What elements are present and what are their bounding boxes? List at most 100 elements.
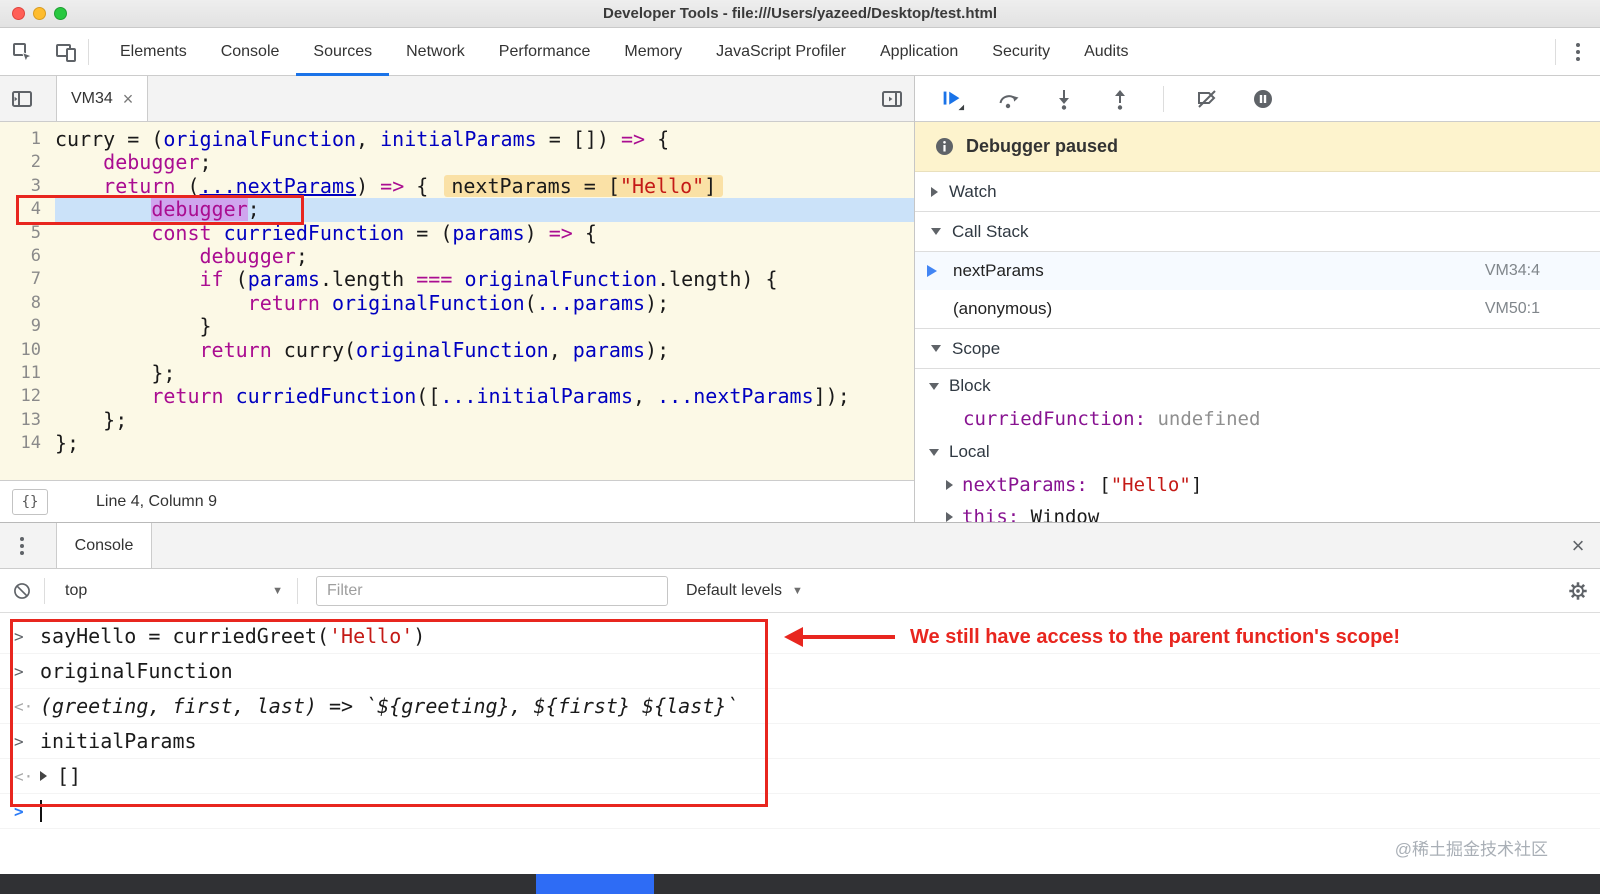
tab-application[interactable]: Application <box>863 28 975 76</box>
line-number[interactable]: 13 <box>0 409 55 432</box>
call-stack-section-header[interactable]: Call Stack <box>915 212 1600 252</box>
code-editor[interactable]: 1curry = (originalFunction, initialParam… <box>0 122 914 480</box>
close-drawer-button[interactable]: × <box>1556 522 1600 570</box>
scope-variable-curriedFunction[interactable]: curriedFunction: undefined <box>915 403 1600 435</box>
line-number[interactable]: 1 <box>0 128 55 151</box>
console-log[interactable]: >sayHello = curriedGreet('Hello')>origin… <box>0 613 1600 874</box>
variable-value: ["Hello"] <box>1099 474 1202 496</box>
frame-location[interactable]: VM34:4 <box>1485 262 1540 280</box>
code-line-content[interactable]: }; <box>55 432 914 455</box>
scope-variable-this[interactable]: this: Window <box>915 501 1600 522</box>
zoom-window-button[interactable] <box>54 7 67 20</box>
variable-name: curriedFunction: <box>963 408 1157 430</box>
code-line-content[interactable]: return curriedFunction([...initialParams… <box>55 385 914 408</box>
code-token: return <box>151 384 223 408</box>
scope-group-local[interactable]: Local <box>915 435 1600 469</box>
code-token: ; <box>200 150 212 174</box>
device-toolbar-button[interactable] <box>44 28 88 76</box>
tab-security[interactable]: Security <box>975 28 1067 76</box>
watch-section-header[interactable]: Watch <box>915 172 1600 212</box>
call-stack-frame[interactable]: nextParamsVM34:4 <box>915 252 1600 290</box>
code-line-content[interactable]: if (params.length === originalFunction.l… <box>55 268 914 291</box>
tab-memory[interactable]: Memory <box>607 28 699 76</box>
code-line-3: 3 return (...nextParams) => {nextParams … <box>0 175 914 198</box>
code-line-content[interactable]: } <box>55 315 914 338</box>
expand-triangle-icon[interactable] <box>40 771 47 781</box>
code-token: curriedFunction <box>236 384 417 408</box>
step-over-button[interactable] <box>995 86 1021 112</box>
console-levels-dropdown[interactable]: Default levels ▼ <box>686 582 803 600</box>
debugger-toolbar-divider <box>1163 86 1164 112</box>
console-settings-button[interactable] <box>1556 567 1600 615</box>
inspect-element-button[interactable] <box>0 28 44 76</box>
scope-group-block[interactable]: Block <box>915 369 1600 403</box>
code-line-content[interactable]: return (...nextParams) => {nextParams = … <box>55 175 914 198</box>
line-number[interactable]: 3 <box>0 175 55 198</box>
call-stack-frame[interactable]: (anonymous)VM50:1 <box>915 290 1600 328</box>
line-number[interactable]: 5 <box>0 222 55 245</box>
tab-sources[interactable]: Sources <box>296 28 389 76</box>
code-line-content[interactable]: return curry(originalFunction, params); <box>55 339 914 362</box>
step-into-button[interactable] <box>1051 86 1077 112</box>
tab-console[interactable]: Console <box>204 28 297 76</box>
deactivate-breakpoints-button[interactable] <box>1194 86 1220 112</box>
code-line-content[interactable]: debugger; <box>55 245 914 268</box>
editor-panel-toggle-button[interactable] <box>870 75 914 123</box>
line-number[interactable]: 10 <box>0 339 55 362</box>
pretty-print-button[interactable]: {} <box>12 489 48 515</box>
drawer-menu-button[interactable] <box>0 522 44 570</box>
more-options-button[interactable] <box>1556 28 1600 76</box>
line-number[interactable]: 12 <box>0 385 55 408</box>
code-token: debugger <box>200 244 296 268</box>
tab-performance[interactable]: Performance <box>482 28 608 76</box>
line-number[interactable]: 8 <box>0 292 55 315</box>
line-number[interactable]: 4 <box>0 198 55 221</box>
line-number[interactable]: 2 <box>0 151 55 174</box>
pause-on-exceptions-button[interactable] <box>1250 86 1276 112</box>
tab-javascript-profiler[interactable]: JavaScript Profiler <box>699 28 863 76</box>
code-line-content[interactable]: debugger; <box>55 151 914 174</box>
console-message-text: [] <box>57 764 81 788</box>
line-number[interactable]: 14 <box>0 432 55 455</box>
close-file-tab-icon[interactable]: × <box>123 90 134 108</box>
line-number[interactable]: 6 <box>0 245 55 268</box>
inline-value-widget: nextParams = ["Hello"] <box>444 175 723 197</box>
console-prompt-row[interactable]: > <box>0 794 1600 829</box>
code-line-content[interactable]: curry = (originalFunction, initialParams… <box>55 128 914 151</box>
close-window-button[interactable] <box>12 7 25 20</box>
code-line-content[interactable]: }; <box>55 362 914 385</box>
file-tab-label: VM34 <box>71 90 113 108</box>
console-filter-input[interactable] <box>316 576 668 606</box>
tab-console-drawer[interactable]: Console <box>56 523 152 568</box>
minimize-window-button[interactable] <box>33 7 46 20</box>
scope-section-header[interactable]: Scope <box>915 329 1600 369</box>
line-number[interactable]: 11 <box>0 362 55 385</box>
code-token: { <box>645 127 669 151</box>
tab-elements[interactable]: Elements <box>103 28 204 76</box>
clear-console-button[interactable] <box>0 567 44 615</box>
code-line-content[interactable]: return originalFunction(...params); <box>55 292 914 315</box>
code-line-content[interactable]: const curriedFunction = (params) => { <box>55 222 914 245</box>
text-cursor <box>40 800 42 822</box>
tab-audits[interactable]: Audits <box>1067 28 1145 76</box>
background-window-strip <box>0 874 1600 894</box>
chevron-down-icon <box>929 383 939 390</box>
code-line-content[interactable]: }; <box>55 409 914 432</box>
step-out-button[interactable] <box>1107 86 1133 112</box>
console-context-selector[interactable]: top ▼ <box>45 569 297 612</box>
resume-script-button[interactable] <box>939 86 965 112</box>
code-token: }; <box>55 361 175 385</box>
line-number[interactable]: 7 <box>0 268 55 291</box>
variable-value: undefined <box>1157 408 1260 430</box>
tab-network[interactable]: Network <box>389 28 482 76</box>
frame-location[interactable]: VM50:1 <box>1485 300 1540 318</box>
line-number[interactable]: 9 <box>0 315 55 338</box>
code-token <box>212 221 224 245</box>
scope-variable-nextParams[interactable]: nextParams: ["Hello"] <box>915 469 1600 501</box>
file-tab-vm34[interactable]: VM34 × <box>56 76 148 121</box>
scope-section-label: Scope <box>952 339 1000 359</box>
code-line-content[interactable]: debugger; <box>55 198 914 221</box>
scope-group-label: Block <box>949 376 991 396</box>
navigator-toggle-button[interactable] <box>0 75 44 123</box>
devtools-tabs: ElementsConsoleSourcesNetworkPerformance… <box>103 28 1146 76</box>
